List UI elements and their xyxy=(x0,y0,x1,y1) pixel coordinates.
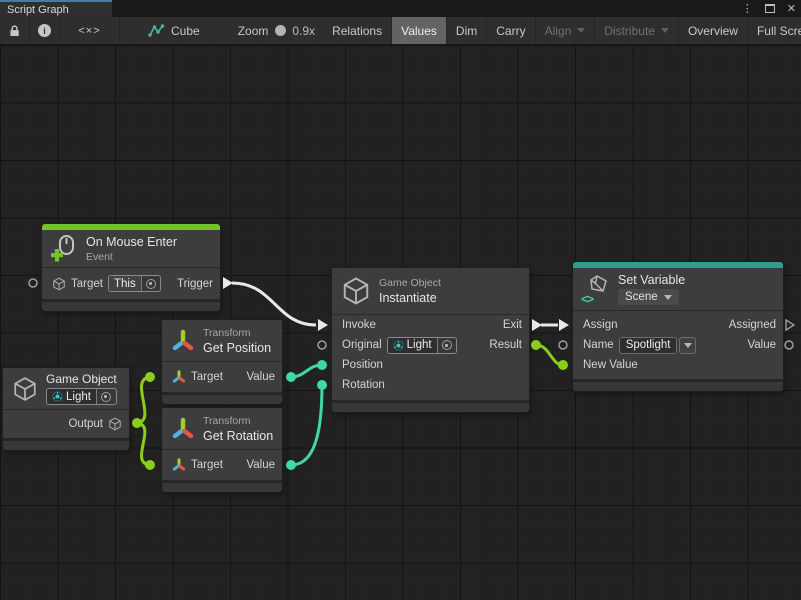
port-variable-name[interactable] xyxy=(559,341,567,349)
port-ome-target[interactable] xyxy=(29,279,37,287)
port-getposition-target[interactable] xyxy=(145,372,155,382)
wire-trigger-to-invoke[interactable] xyxy=(232,283,316,325)
port-original[interactable] xyxy=(318,341,326,349)
port-invoke[interactable] xyxy=(318,319,328,331)
port-assign[interactable] xyxy=(559,319,569,331)
wire-output-to-getposition-target[interactable] xyxy=(137,377,150,423)
port-exit[interactable] xyxy=(532,319,542,331)
wire-getrotation-value-to-rotation[interactable] xyxy=(291,385,322,465)
port-variable-value[interactable] xyxy=(785,341,793,349)
port-position[interactable] xyxy=(317,360,327,370)
unity-visual-scripting-window: Script Graph ⋮ ✕ i <×> Cube xyxy=(0,0,801,600)
port-getposition-value[interactable] xyxy=(286,372,296,382)
port-getrotation-value[interactable] xyxy=(286,460,296,470)
port-assigned[interactable] xyxy=(786,320,794,330)
port-trigger[interactable] xyxy=(223,277,233,289)
wire-output-to-getrotation-target[interactable] xyxy=(137,423,150,465)
port-getrotation-target[interactable] xyxy=(145,460,155,470)
port-gameobject-output[interactable] xyxy=(132,418,142,428)
wire-result-to-newvalue[interactable] xyxy=(536,345,563,365)
port-newvalue[interactable] xyxy=(558,360,568,370)
port-rotation[interactable] xyxy=(317,380,327,390)
port-result[interactable] xyxy=(531,340,541,350)
wire-layer xyxy=(0,0,801,600)
